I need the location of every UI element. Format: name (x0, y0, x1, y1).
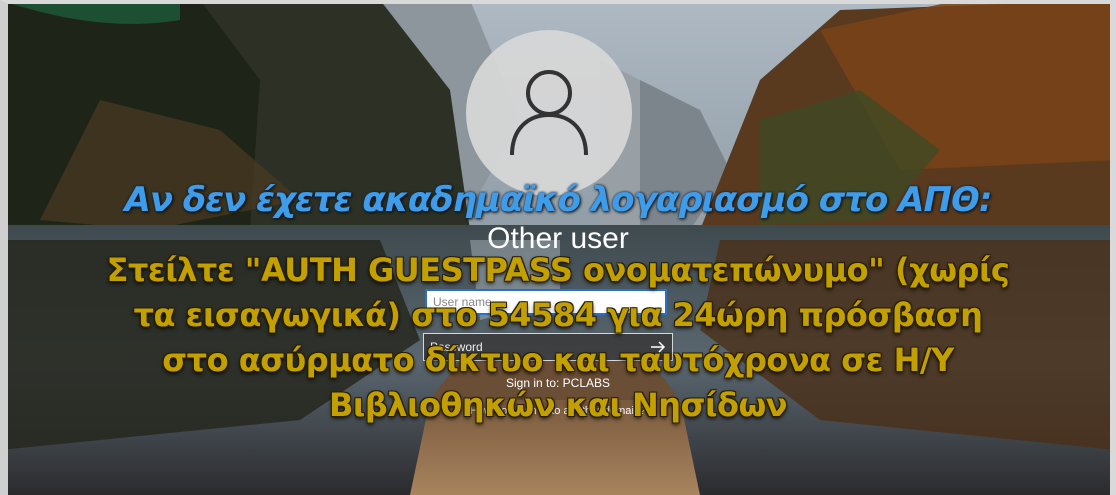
overlay-line: στο ασύρματο δίκτυο και ταυτόχρονα σε Η/… (162, 341, 954, 379)
overlay-line: Βιβλιοθηκών και Νησίδων (328, 386, 788, 424)
user-avatar (466, 30, 632, 196)
lock-screen: Αν δεν έχετε ακαδημαϊκό λογαριασμό στο Α… (0, 0, 1116, 495)
user-silhouette-icon (510, 70, 588, 156)
overlay-line: τα εισαγωγικά) στο 54584 για 24ώρη πρόσβ… (133, 296, 983, 334)
overlay-instructions: Στείλτε "AUTH GUESTPASS ονοματεπώνυμο" (… (0, 248, 1116, 428)
overlay-title: Αν δεν έχετε ακαδημαϊκό λογαριασμό στο Α… (124, 180, 993, 220)
overlay-line: Στείλτε "AUTH GUESTPASS ονοματεπώνυμο" (… (106, 251, 1010, 289)
